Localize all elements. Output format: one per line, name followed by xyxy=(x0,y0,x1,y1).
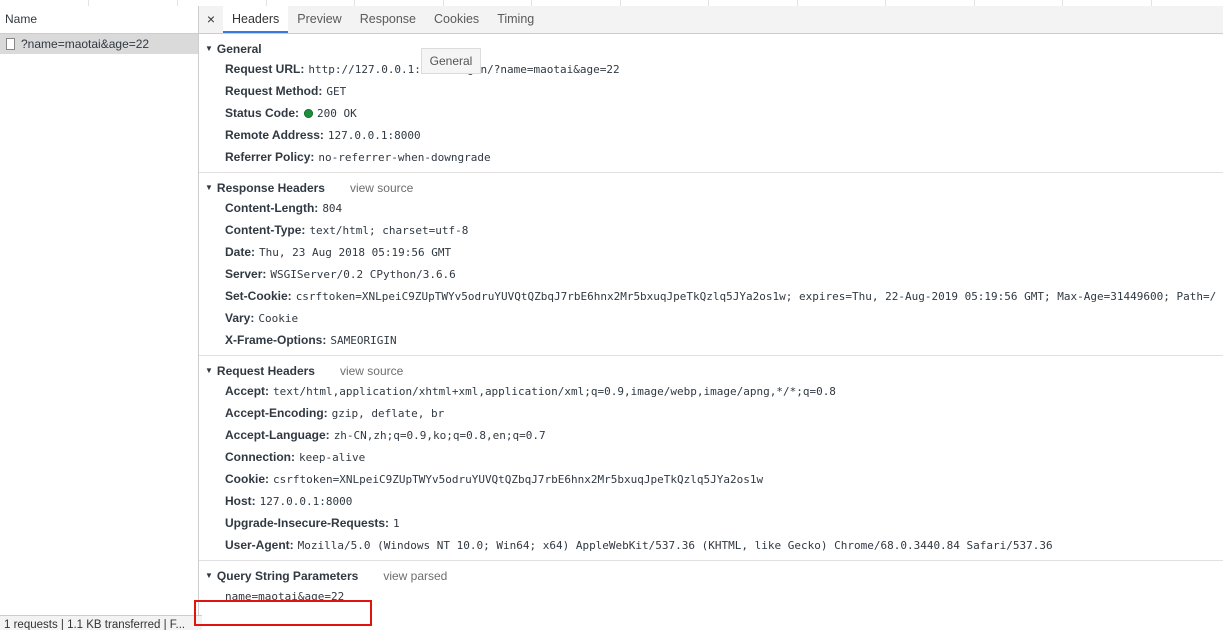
close-icon[interactable]: × xyxy=(199,6,223,33)
header-row: Request Method: GET xyxy=(199,80,1223,102)
header-row: Upgrade-Insecure-Requests: 1 xyxy=(199,512,1223,534)
view-parsed-link[interactable]: view parsed xyxy=(383,567,447,585)
request-name: ?name=maotai&age=22 xyxy=(21,37,150,51)
header-key: Accept: xyxy=(225,384,270,398)
header-row: Accept-Language: zh-CN,zh;q=0.9,ko;q=0.8,… xyxy=(199,424,1223,446)
query-string-header[interactable]: ▼ Query String Parameters view parsed xyxy=(199,567,1223,585)
header-key: Content-Length: xyxy=(225,201,319,215)
tab-timing[interactable]: Timing xyxy=(488,6,543,33)
name-column-header[interactable]: Name xyxy=(0,6,198,34)
header-value: WSGIServer/0.2 CPython/3.6.6 xyxy=(270,268,456,281)
header-value: 1 xyxy=(393,517,400,530)
header-row: Content-Type: text/html; charset=utf-8 xyxy=(199,219,1223,241)
request-list-pane: Name ?name=maotai&age=22 1 requests | 1.… xyxy=(0,6,202,630)
header-row: Accept: text/html,application/xhtml+xml,a… xyxy=(199,380,1223,402)
request-headers-section: ▼ Request Headers view source Accept: tex… xyxy=(199,356,1223,561)
header-value: 200 OK xyxy=(317,107,357,120)
general-section: ▼ General Request URL:http://127.0.0.1:8… xyxy=(199,34,1223,173)
triangle-down-icon: ▼ xyxy=(205,366,213,375)
header-row: Request URL:http://127.0.0.1:8000/login/… xyxy=(199,58,1223,80)
header-value: Thu, 23 Aug 2018 05:19:56 GMT xyxy=(259,246,452,259)
triangle-down-icon: ▼ xyxy=(205,44,213,53)
header-row: Host: 127.0.0.1:8000 xyxy=(199,490,1223,512)
header-key: Accept-Encoding: xyxy=(225,406,328,420)
header-value: no-referrer-when-downgrade xyxy=(318,151,491,164)
header-value: text/html; charset=utf-8 xyxy=(309,224,469,237)
header-row: Remote Address: 127.0.0.1:8000 xyxy=(199,124,1223,146)
header-value: gzip, deflate, br xyxy=(331,407,445,420)
header-value: text/html,application/xhtml+xml,applicat… xyxy=(273,385,836,398)
tab-cookies[interactable]: Cookies xyxy=(425,6,488,33)
header-key: Host: xyxy=(225,494,256,508)
header-row: Cookie: csrftoken=XNLpeiC9ZUpTWYv5odruYUV… xyxy=(199,468,1223,490)
general-section-header[interactable]: ▼ General xyxy=(199,40,1223,58)
header-key: Vary: xyxy=(225,311,255,325)
header-key: Server: xyxy=(225,267,267,281)
query-string-title: Query String Parameters xyxy=(216,569,359,583)
header-value: csrftoken=XNLpeiC9ZUpTWYv5odruYUVQtQZbqJ… xyxy=(273,473,764,486)
request-headers-header[interactable]: ▼ Request Headers view source xyxy=(199,362,1223,380)
header-row: X-Frame-Options: SAMEORIGIN xyxy=(199,329,1223,351)
header-row: Set-Cookie: csrftoken=XNLpeiC9ZUpTWYv5odr… xyxy=(199,285,1223,307)
response-headers-title: Response Headers xyxy=(216,181,325,195)
view-source-link[interactable]: view source xyxy=(340,362,403,380)
header-key: Set-Cookie: xyxy=(225,289,292,303)
header-key: Accept-Language: xyxy=(225,428,330,442)
header-key: Referrer Policy: xyxy=(225,150,315,164)
header-key: Status Code: xyxy=(225,106,300,120)
header-row: Status Code: 200 OK xyxy=(199,102,1223,124)
header-key: Cookie: xyxy=(225,472,270,486)
triangle-down-icon: ▼ xyxy=(205,571,213,580)
document-icon xyxy=(6,38,15,50)
header-row: Referrer Policy: no-referrer-when-downgra… xyxy=(199,146,1223,168)
response-headers-section: ▼ Response Headers view source Content-L… xyxy=(199,173,1223,356)
header-row: Accept-Encoding: gzip, deflate, br xyxy=(199,402,1223,424)
tab-headers[interactable]: Headers xyxy=(223,6,289,33)
header-value: SAMEORIGIN xyxy=(330,334,397,347)
header-key: Connection: xyxy=(225,450,295,464)
header-key: Remote Address: xyxy=(225,128,324,142)
header-value: 804 xyxy=(322,202,343,215)
request-row[interactable]: ?name=maotai&age=22 xyxy=(0,34,198,54)
header-key: User-Agent: xyxy=(225,538,294,552)
details-tabs: × Headers Preview Response Cookies Timin… xyxy=(199,6,1223,34)
header-row: User-Agent: Mozilla/5.0 (Windows NT 10.0;… xyxy=(199,534,1223,556)
header-key: Request Method: xyxy=(225,84,323,98)
request-headers-title: Request Headers xyxy=(216,364,315,378)
status-ok-icon xyxy=(304,109,314,118)
header-row: Date: Thu, 23 Aug 2018 05:19:56 GMT xyxy=(199,241,1223,263)
highlight-box xyxy=(194,600,372,626)
header-row: Server: WSGIServer/0.2 CPython/3.6.6 xyxy=(199,263,1223,285)
header-value: zh-CN,zh;q=0.9,ko;q=0.8,en;q=0.7 xyxy=(333,429,546,442)
header-value: 127.0.0.1:8000 xyxy=(327,129,421,142)
details-pane: × Headers Preview Response Cookies Timin… xyxy=(199,6,1223,630)
tooltip: General xyxy=(421,48,481,74)
header-key: Upgrade-Insecure-Requests: xyxy=(225,516,390,530)
header-value: keep-alive xyxy=(299,451,366,464)
header-row: Content-Length: 804 xyxy=(199,197,1223,219)
tab-response[interactable]: Response xyxy=(351,6,425,33)
view-source-link[interactable]: view source xyxy=(350,179,413,197)
header-value: 127.0.0.1:8000 xyxy=(259,495,353,508)
header-key: Request URL: xyxy=(225,62,305,76)
header-key: Date: xyxy=(225,245,256,259)
header-row: Connection: keep-alive xyxy=(199,446,1223,468)
tab-preview[interactable]: Preview xyxy=(288,6,350,33)
header-value: Cookie xyxy=(258,312,299,325)
header-value: GET xyxy=(326,85,347,98)
triangle-down-icon: ▼ xyxy=(205,183,213,192)
response-headers-header[interactable]: ▼ Response Headers view source xyxy=(199,179,1223,197)
header-key: X-Frame-Options: xyxy=(225,333,327,347)
header-key: Content-Type: xyxy=(225,223,306,237)
header-value: csrftoken=XNLpeiC9ZUpTWYv5odruYUVQtQZbqJ… xyxy=(295,290,1217,303)
general-title: General xyxy=(216,42,262,56)
header-row: Vary: Cookie xyxy=(199,307,1223,329)
header-value: Mozilla/5.0 (Windows NT 10.0; Win64; x64… xyxy=(297,539,1053,552)
status-bar: 1 requests | 1.1 KB transferred | F... xyxy=(0,615,202,630)
